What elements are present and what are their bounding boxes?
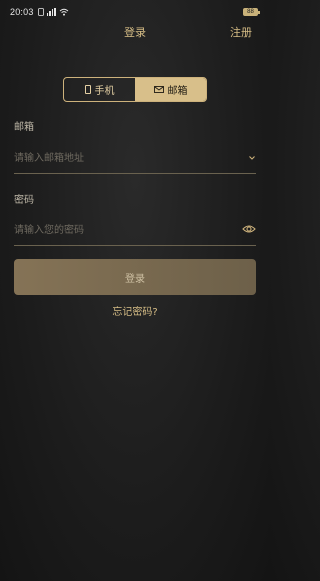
header: 登录 注册 [0, 24, 270, 40]
email-input[interactable] [14, 144, 234, 172]
status-bar: 20:03 88 [0, 0, 270, 24]
login-button[interactable]: 登录 [14, 259, 256, 295]
tab-email[interactable]: 邮箱 [135, 78, 206, 101]
signal-icon [46, 8, 56, 16]
tab-email-label: 邮箱 [167, 86, 188, 97]
tab-phone-label: 手机 [94, 86, 115, 97]
password-field-wrapper [14, 216, 256, 246]
password-input[interactable] [14, 216, 234, 244]
tab-phone[interactable]: 手机 [64, 78, 135, 101]
notification-icon [37, 8, 44, 16]
password-label: 密码 [14, 195, 34, 206]
forgot-password-link[interactable]: 忘记密码? [0, 303, 270, 318]
chevron-down-icon[interactable] [248, 154, 256, 162]
eye-icon[interactable] [242, 224, 256, 234]
register-link[interactable]: 注册 [230, 24, 252, 40]
battery-icon: 88 [243, 8, 260, 16]
email-label: 邮箱 [14, 122, 34, 133]
status-time: 20:03 [10, 7, 34, 17]
login-method-tabs: 手机 邮箱 [63, 77, 207, 102]
phone-icon [84, 85, 91, 94]
wifi-icon [59, 8, 68, 16]
status-icons [37, 8, 69, 16]
mail-icon [153, 86, 164, 93]
email-field-wrapper [14, 144, 256, 174]
